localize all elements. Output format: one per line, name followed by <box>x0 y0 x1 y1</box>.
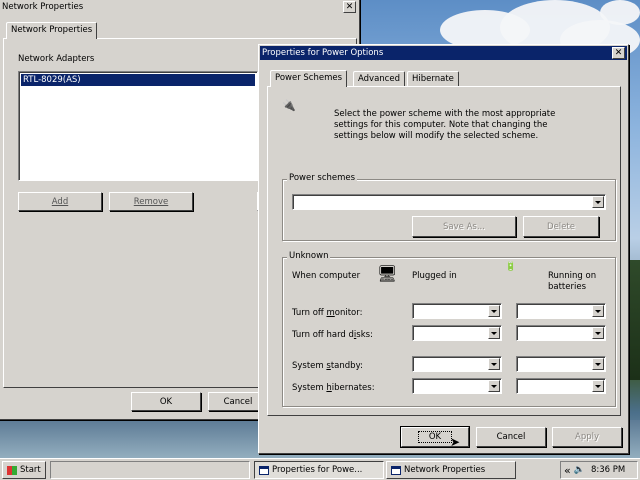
disks-plugged-select[interactable] <box>412 325 502 341</box>
tab-hibernate[interactable]: Hibernate <box>407 71 459 87</box>
speaker-icon[interactable]: 🔈 <box>574 465 585 475</box>
tray-expand-chevron-icon[interactable]: « <box>564 464 571 477</box>
system-standby-label: System standby: <box>292 361 363 371</box>
window-icon <box>391 465 401 475</box>
remove-adapter-button[interactable]: Remove <box>109 192 193 211</box>
chevron-down-icon[interactable] <box>488 380 500 392</box>
power-window-title: Properties for Power Options <box>262 48 384 58</box>
network-window-close-button[interactable]: ✕ <box>343 1 356 13</box>
disks-battery-select[interactable] <box>516 325 606 341</box>
plugged-in-label: Plugged in <box>412 271 457 281</box>
save-as-button[interactable]: Save As... <box>412 216 516 237</box>
network-ok-button[interactable]: OK <box>131 392 201 411</box>
chevron-down-icon[interactable] <box>592 327 604 339</box>
network-window-title: Network Properties <box>2 2 84 12</box>
chevron-down-icon[interactable] <box>488 358 500 370</box>
window-icon <box>259 465 269 475</box>
standby-plugged-select[interactable] <box>412 356 502 372</box>
task-power-options[interactable]: Properties for Powe... <box>254 461 384 479</box>
network-cancel-label: Cancel <box>223 396 253 407</box>
start-logo-icon <box>7 465 17 475</box>
delete-scheme-button[interactable]: Delete <box>523 216 599 237</box>
chevron-down-icon[interactable] <box>488 327 500 339</box>
standby-battery-select[interactable] <box>516 356 606 372</box>
monitor-plugged-select[interactable] <box>412 303 502 319</box>
power-scheme-select[interactable] <box>292 194 606 210</box>
power-window-close-button[interactable]: ✕ <box>612 47 625 59</box>
power-schemes-group: Power schemes Save As... Delete <box>282 173 616 241</box>
hibernate-battery-select[interactable] <box>516 378 606 394</box>
clock[interactable]: 8:36 PM <box>591 465 625 475</box>
chevron-down-icon[interactable] <box>592 196 604 208</box>
power-schemes-group-title: Power schemes <box>287 173 358 183</box>
chevron-down-icon[interactable] <box>592 305 604 317</box>
list-item-adapter[interactable]: RTL-8029(AS) <box>21 74 255 86</box>
save-as-label: Save As... <box>443 221 485 232</box>
monitor-battery-select[interactable] <box>516 303 606 319</box>
computer-power-icon: 🖥 <box>377 264 398 283</box>
power-cancel-button[interactable]: Cancel <box>476 427 546 447</box>
power-description: Select the power scheme with the most ap… <box>334 109 556 141</box>
when-computer-label: When computer <box>292 271 361 281</box>
task-network-properties-label: Network Properties <box>404 465 486 475</box>
delete-scheme-label: Delete <box>547 221 575 232</box>
turn-off-monitor-label: Turn off monitor: <box>292 308 363 318</box>
network-adapters-label: Network Adapters <box>18 54 95 64</box>
power-window-titlebar[interactable]: Properties for Power Options ✕ <box>260 46 627 60</box>
chevron-down-icon[interactable] <box>592 380 604 392</box>
power-apply-label: Apply <box>575 432 599 442</box>
task-power-options-label: Properties for Powe... <box>272 465 363 475</box>
start-button[interactable]: Start <box>2 461 46 479</box>
tab-power-schemes[interactable]: Power Schemes <box>270 70 348 87</box>
turn-off-disks-label: Turn off hard disks: <box>292 330 373 340</box>
chevron-down-icon[interactable] <box>488 305 500 317</box>
taskbar: Start Properties for Powe... Network Pro… <box>0 458 640 480</box>
network-adapters-list[interactable]: RTL-8029(AS) <box>18 71 258 181</box>
power-cancel-label: Cancel <box>496 432 526 442</box>
power-options-window: Properties for Power Options ✕ Power Sch… <box>258 44 629 454</box>
tab-network-properties[interactable]: Network Properties <box>6 22 98 39</box>
power-apply-button[interactable]: Apply <box>552 427 622 447</box>
network-ok-label: OK <box>159 396 173 407</box>
batteries-label: batteries <box>548 282 587 292</box>
add-adapter-button[interactable]: Add <box>18 192 102 211</box>
power-plug-icon: 🔌 <box>282 99 296 112</box>
system-tray: « 🔈 8:36 PM <box>560 461 638 479</box>
power-ok-label: OK <box>417 431 453 443</box>
chevron-down-icon[interactable] <box>592 358 604 370</box>
remove-adapter-label: Remove <box>133 196 169 207</box>
system-hibernates-label: System hibernates: <box>292 383 375 393</box>
mouse-cursor-icon: ➤ <box>450 435 461 449</box>
power-settings-group: Unknown When computer 🖥 Plugged in 🔋 Run… <box>282 251 616 407</box>
task-network-properties[interactable]: Network Properties <box>386 461 516 479</box>
power-settings-group-title: Unknown <box>287 251 331 261</box>
power-schemes-panel: 🔌 Select the power scheme with the most … <box>267 86 621 416</box>
tab-advanced[interactable]: Advanced <box>353 71 405 87</box>
hibernate-plugged-select[interactable] <box>412 378 502 394</box>
add-adapter-label: Add <box>51 196 69 207</box>
quick-launch-area <box>50 461 250 479</box>
start-label: Start <box>20 465 41 475</box>
battery-icon: 🔋 <box>505 262 517 272</box>
network-window-titlebar[interactable]: Network Properties ✕ <box>0 0 358 14</box>
running-on-label: Running on <box>548 271 597 281</box>
